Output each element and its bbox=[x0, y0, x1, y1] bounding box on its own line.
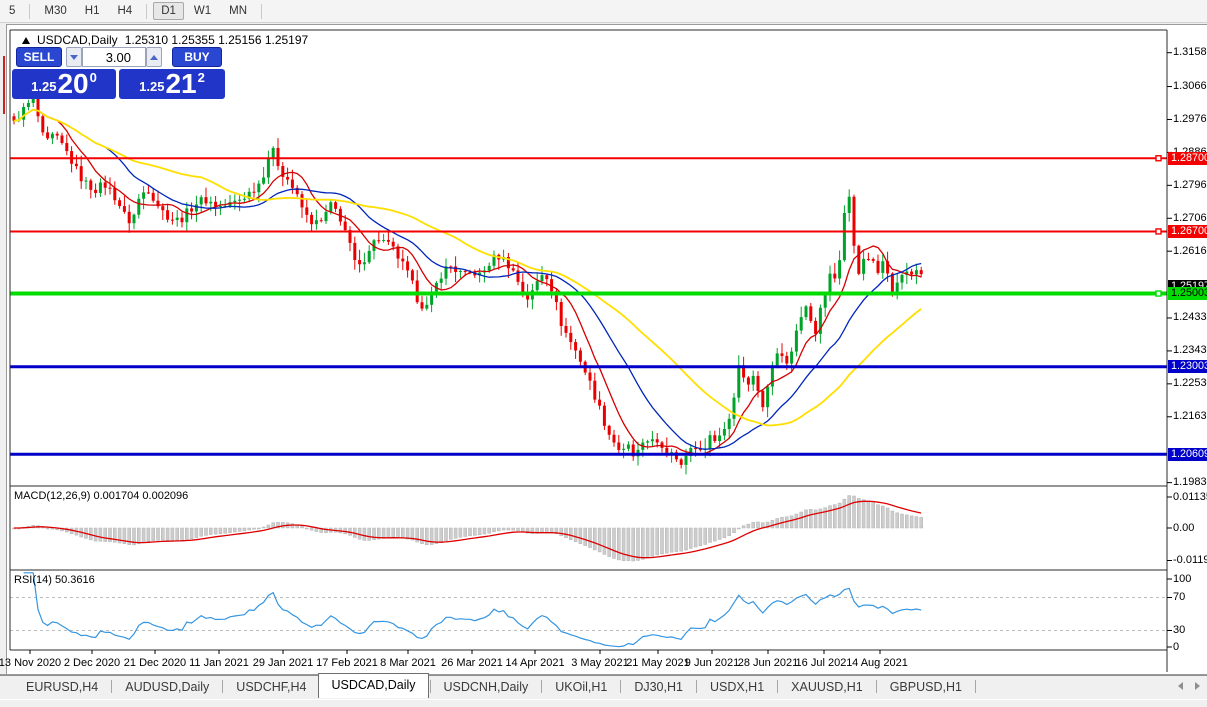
macd-axis-tick: 0.01135 bbox=[1173, 490, 1207, 503]
rsi-indicator-label: RSI(14) 50.3616 bbox=[14, 574, 95, 586]
chevron-up-icon bbox=[150, 54, 158, 60]
chevron-down-icon bbox=[70, 54, 78, 60]
collapse-chart-icon[interactable] bbox=[22, 36, 30, 44]
tab-separator bbox=[974, 680, 976, 693]
sell-price-display[interactable]: 1.25 20 0 bbox=[12, 69, 116, 99]
tab-separator bbox=[875, 680, 877, 693]
application-window: 5 M30 H1 H4 D1 W1 MN USDCAD,Daily 1.25310 1.25… bbox=[0, 0, 1207, 707]
tab-separator bbox=[541, 680, 543, 693]
tab-eurusd-h4[interactable]: EURUSD,H4 bbox=[14, 677, 110, 698]
tab-separator bbox=[777, 680, 779, 693]
price-axis-tick: 1.22535 bbox=[1173, 377, 1207, 390]
price-axis-tick: 1.24335 bbox=[1173, 311, 1207, 324]
tab-scroll-left-icon[interactable] bbox=[1178, 682, 1183, 690]
status-strip bbox=[0, 699, 1207, 707]
medium-ma-line bbox=[13, 108, 922, 450]
macd-axis-tick: 0.00 bbox=[1173, 521, 1195, 534]
tab-gbpusd-h1[interactable]: GBPUSD,H1 bbox=[878, 677, 974, 698]
chart-header: USDCAD,Daily 1.25310 1.25355 1.25156 1.2… bbox=[22, 33, 308, 47]
slow-ma-line bbox=[13, 108, 922, 427]
tab-separator bbox=[695, 680, 697, 693]
level-price-label: 1.25003 bbox=[1168, 287, 1207, 301]
tab-separator bbox=[620, 680, 622, 693]
sell-price-pips: 20 bbox=[57, 68, 89, 99]
price-axis-tick: 1.30660 bbox=[1173, 80, 1207, 93]
sell-price-prefix: 1.25 bbox=[31, 79, 57, 94]
price-axis-tick: 1.27960 bbox=[1173, 178, 1207, 191]
buy-price-pips: 21 bbox=[165, 68, 197, 99]
tab-scroll-controls bbox=[1178, 682, 1200, 690]
rsi-axis-tick: 70 bbox=[1173, 591, 1186, 603]
date-axis-label: 4 Aug 2021 bbox=[852, 657, 908, 669]
buy-price-point: 2 bbox=[197, 70, 205, 85]
tab-audusd-daily[interactable]: AUDUSD,Daily bbox=[113, 677, 221, 698]
tab-usdchf-h4[interactable]: USDCHF,H4 bbox=[224, 677, 318, 698]
price-axis-tick: 1.19835 bbox=[1173, 476, 1207, 489]
buy-price-prefix: 1.25 bbox=[139, 79, 165, 94]
rsi-axis-tick: 30 bbox=[1173, 624, 1186, 636]
level-price-label: 1.26700 bbox=[1168, 224, 1207, 238]
volume-increase-button[interactable] bbox=[146, 47, 162, 67]
tab-dj30-h1[interactable]: DJ30,H1 bbox=[622, 677, 695, 698]
tab-separator bbox=[222, 680, 224, 693]
level-price-label: 1.23003 bbox=[1168, 360, 1207, 374]
rsi-axis-tick: 0 bbox=[1173, 640, 1180, 653]
price-axis-tick: 1.21635 bbox=[1173, 410, 1207, 423]
price-axis-tick: 1.29760 bbox=[1173, 112, 1207, 125]
buy-price-display[interactable]: 1.25 21 2 bbox=[119, 69, 225, 99]
price-axis-tick: 1.23435 bbox=[1173, 344, 1207, 357]
tab-usdcnh-daily[interactable]: USDCNH,Daily bbox=[432, 677, 541, 698]
price-chart-canvas[interactable] bbox=[0, 0, 1207, 707]
level-price-label: 1.28700 bbox=[1168, 151, 1207, 165]
tab-usdcad-daily[interactable]: USDCAD,Daily bbox=[318, 673, 429, 698]
chart-symbol-label: USDCAD,Daily bbox=[37, 33, 118, 47]
price-axis-tick: 1.27060 bbox=[1173, 211, 1207, 224]
price-axis-tick: 1.31585 bbox=[1173, 46, 1207, 59]
buy-button[interactable]: BUY bbox=[172, 47, 222, 67]
rsi-axis-tick: 100 bbox=[1173, 572, 1192, 585]
level-price-label: 1.20609 bbox=[1168, 447, 1207, 461]
tab-separator bbox=[429, 680, 431, 693]
tab-separator bbox=[111, 680, 113, 693]
tab-scroll-right-icon[interactable] bbox=[1195, 682, 1200, 690]
sell-price-point: 0 bbox=[89, 70, 97, 85]
macd-indicator-label: MACD(12,26,9) 0.001704 0.002096 bbox=[14, 490, 189, 502]
tab-usdx-h1[interactable]: USDX,H1 bbox=[698, 677, 776, 698]
volume-decrease-button[interactable] bbox=[66, 47, 82, 67]
tab-ukoil-h1[interactable]: UKOil,H1 bbox=[543, 677, 619, 698]
chart-ohlc-values: 1.25310 1.25355 1.25156 1.25197 bbox=[124, 33, 309, 47]
volume-input[interactable]: 3.00 bbox=[82, 47, 146, 67]
price-axis-tick: 1.26160 bbox=[1173, 244, 1207, 257]
tab-xauusd-h1[interactable]: XAUUSD,H1 bbox=[779, 677, 875, 698]
symbol-tab-bar: EURUSD,H4 AUDUSD,Daily USDCHF,H4 USDCAD,Dai… bbox=[0, 673, 1207, 698]
macd-axis-tick: -0.01190 bbox=[1173, 553, 1207, 566]
sell-button[interactable]: SELL bbox=[16, 47, 62, 67]
